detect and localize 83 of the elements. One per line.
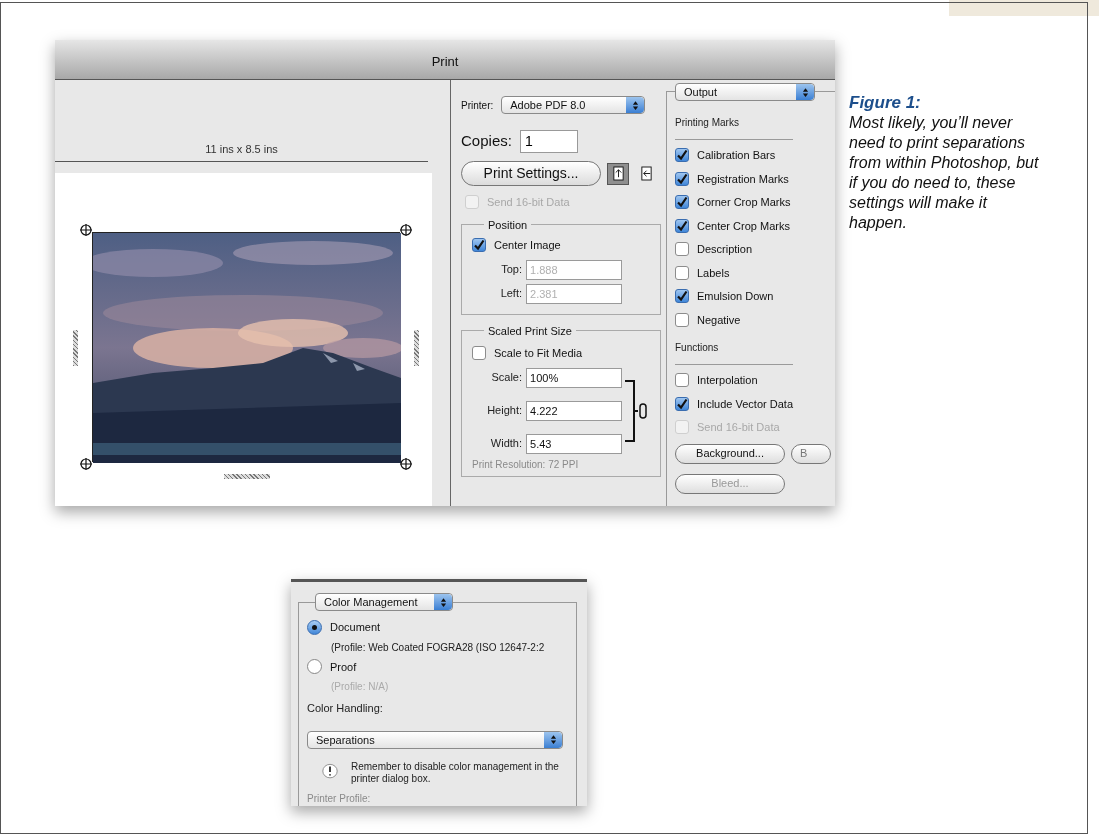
input-field[interactable]: 100%	[526, 367, 623, 388]
checkbox-label: Description	[697, 242, 753, 257]
stepper-arrows-icon	[434, 594, 452, 610]
checkbox-label: Include Vector Data	[697, 396, 793, 412]
checkmark-icon	[676, 219, 688, 232]
checkbox-label: Corner Crop Marks	[697, 195, 791, 210]
printer-select[interactable]: Adobe PDF 8.0	[501, 96, 646, 114]
corner-handle-icon[interactable]	[79, 457, 93, 471]
radio-label: Document	[330, 620, 381, 635]
checkmark-icon	[676, 196, 688, 209]
checkbox[interactable]	[472, 346, 487, 361]
checkbox-label: Labels	[697, 265, 730, 281]
corner-handle-icon[interactable]	[399, 457, 413, 471]
group-title: Scaled Print Size	[487, 323, 573, 339]
checkbox[interactable]	[675, 195, 689, 210]
color-management-select[interactable]: Color Management	[315, 593, 453, 611]
checkbox-label: Center Image	[494, 238, 561, 253]
checkbox-label: Calibration Bars	[697, 148, 776, 163]
checkbox[interactable]	[675, 171, 689, 186]
checkbox-label: Emulsion Down	[697, 289, 774, 304]
field-label: Left:	[499, 286, 523, 302]
radio-label: Proof	[330, 659, 357, 675]
input-field[interactable]: 4.222	[526, 400, 623, 421]
edge-handle-icon[interactable]	[224, 474, 270, 479]
checkmark-icon	[676, 149, 688, 162]
checkbox-label: Scale to Fit Media	[494, 346, 583, 361]
checkbox[interactable]	[472, 238, 487, 253]
checkbox-label: Negative	[697, 312, 741, 328]
section-title: Printing Marks	[675, 116, 740, 130]
field-label: Scale:	[490, 370, 523, 386]
corner-handle-icon[interactable]	[399, 223, 413, 237]
corner-handle-icon[interactable]	[79, 223, 93, 237]
checkbox-label: Registration Marks	[697, 171, 789, 187]
color-handling-label: Color Handling:	[307, 701, 384, 716]
stepper-arrows-icon	[796, 84, 814, 100]
field-label: Top:	[500, 262, 523, 278]
figure-caption-title: Figure 1:	[849, 93, 922, 113]
print-resolution-label: Print Resolution: 72 PPI	[472, 457, 580, 472]
stepper-arrows-icon	[626, 97, 645, 113]
portrait-orientation-button[interactable]	[607, 162, 630, 185]
background-button[interactable]: Background...	[675, 443, 785, 464]
printer-profile-label: Printer Profile:	[307, 791, 372, 806]
checkbox[interactable]	[675, 396, 689, 411]
copies-label: Copies:	[461, 131, 512, 152]
alert-icon	[321, 762, 339, 781]
checkmark-icon	[676, 172, 688, 185]
edge-handle-icon[interactable]	[414, 330, 419, 366]
checkbox[interactable]	[675, 373, 689, 388]
checkmark-icon	[676, 397, 688, 410]
group-title: Position	[487, 217, 529, 233]
checkbox-label: Center Crop Marks	[697, 218, 790, 234]
stepper-arrows-icon	[544, 731, 562, 748]
checkmark-icon	[473, 239, 486, 252]
page-up-arrow-icon	[611, 166, 625, 181]
field-label: Width:	[489, 436, 523, 452]
edge-handle-icon[interactable]	[73, 330, 78, 366]
output-menu-select[interactable]: Output	[675, 83, 815, 101]
input-field[interactable]: 5.43	[526, 433, 623, 454]
profile-label: (Profile: Web Coated FOGRA28 (ISO 12647-2:2	[331, 640, 546, 655]
paper-size-label: 11 ins x 8.5 ins	[205, 141, 278, 157]
window-title: Print	[431, 52, 459, 71]
section-title: Functions	[675, 341, 720, 355]
profile-label: (Profile: N/A)	[331, 680, 390, 694]
checkbox[interactable]	[675, 218, 689, 233]
radio-button[interactable]	[307, 659, 322, 675]
checkbox[interactable]	[675, 265, 689, 280]
radio-button[interactable]	[307, 619, 322, 635]
print-settings-button[interactable]: Print Settings...	[461, 161, 602, 186]
checkbox[interactable]	[675, 242, 689, 257]
color-handling-select[interactable]: Separations	[307, 730, 563, 749]
checkbox-label: Send 16-bit Data	[697, 420, 780, 435]
checkbox[interactable]	[675, 289, 689, 304]
checkbox[interactable]	[675, 148, 689, 163]
checkbox-label: Send 16-bit Data	[487, 195, 570, 210]
alert-message: Remember to disable color management in the printer dialog box.	[351, 760, 560, 785]
field-label: Height:	[486, 403, 523, 419]
checkbox-label: Interpolation	[697, 373, 758, 388]
checkmark-icon	[676, 290, 688, 303]
figure-caption-text: Most likely, you’ll never need to print separations from within Photoshop, but if you do need to, these settings will make it happen.	[849, 113, 1039, 233]
printer-label: Printer:	[461, 98, 494, 113]
checkbox[interactable]	[675, 312, 689, 327]
copies-field[interactable]: 1	[519, 130, 578, 153]
border-button[interactable]: B	[791, 443, 831, 464]
